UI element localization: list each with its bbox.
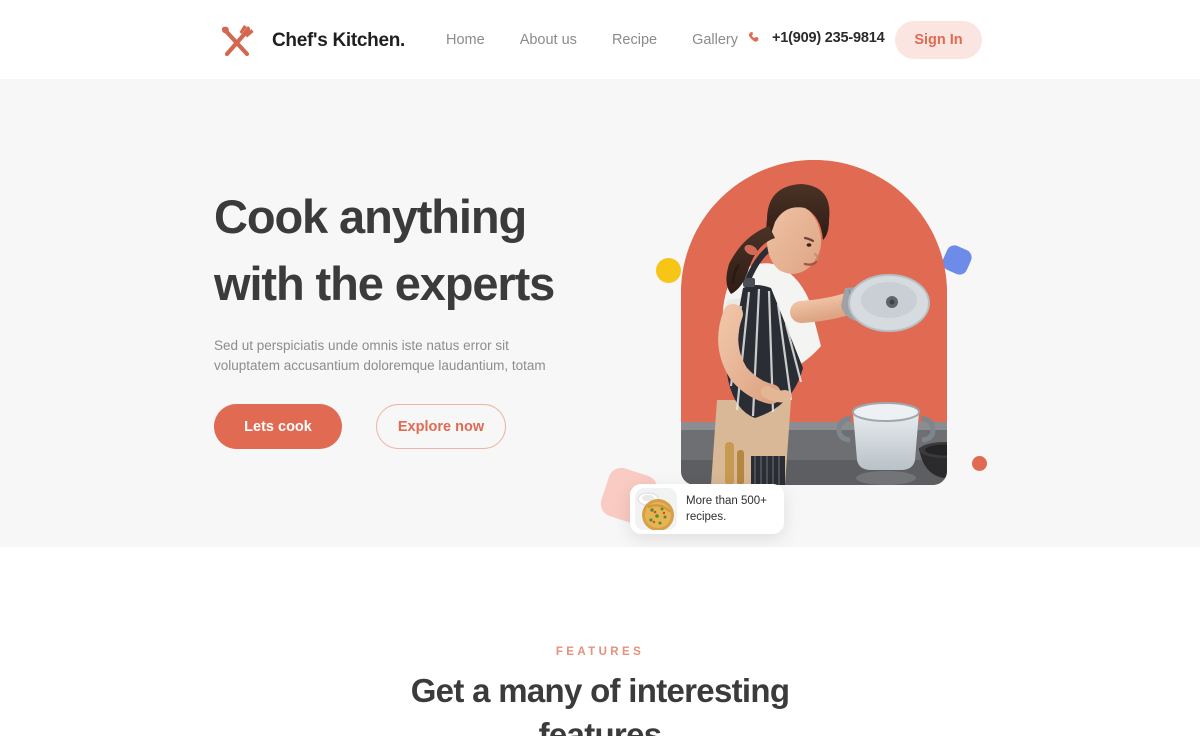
site-header: Chef's Kitchen. Home About us Recipe Gal… xyxy=(0,0,1200,79)
phone-icon xyxy=(748,31,763,46)
recipes-count-line-1: More than 500+ xyxy=(686,495,767,507)
hero-title: Cook anything with the experts xyxy=(214,183,614,317)
features-title-line-2: features xyxy=(538,716,662,736)
brand-name: Chef's Kitchen. xyxy=(272,30,406,51)
landing-page: Chef's Kitchen. Home About us Recipe Gal… xyxy=(0,0,1200,736)
recipes-count-card: More than 500+ recipes. xyxy=(630,484,784,534)
crossed-fork-knife-icon xyxy=(214,21,260,61)
recipes-count-line-2: recipes. xyxy=(686,511,727,523)
nav-item-home[interactable]: Home xyxy=(446,31,485,49)
lets-cook-button[interactable]: Lets cook xyxy=(214,404,342,449)
hero-actions: Lets cook Explore now xyxy=(214,404,614,449)
sign-in-button[interactable]: Sign In xyxy=(895,21,982,59)
hero-section: Cook anything with the experts Sed ut pe… xyxy=(0,79,1200,547)
explore-now-button[interactable]: Explore now xyxy=(376,404,506,449)
main-nav: Home About us Recipe Gallery xyxy=(446,31,738,49)
hero-title-line-1: Cook anything xyxy=(214,190,527,243)
phone-number: +1(909) 235-9814 xyxy=(772,30,885,46)
nav-item-recipe[interactable]: Recipe xyxy=(612,31,657,49)
recipe-thumbnail-image xyxy=(635,488,677,530)
features-section: FEATURES Get a many of interesting featu… xyxy=(0,547,1200,736)
yellow-dot-decoration xyxy=(656,258,681,283)
phone-link[interactable]: +1(909) 235-9814 xyxy=(748,30,885,46)
features-title: Get a many of interesting features xyxy=(0,669,1200,736)
brand-logo[interactable]: Chef's Kitchen. xyxy=(214,21,405,61)
hero-photo xyxy=(681,160,947,485)
nav-item-about-us[interactable]: About us xyxy=(520,31,577,49)
hero-copy: Cook anything with the experts Sed ut pe… xyxy=(214,183,614,449)
hero-title-line-2: with the experts xyxy=(214,257,555,310)
hero-subtitle: Sed ut perspiciatis unde omnis iste natu… xyxy=(214,338,546,373)
recipes-count-text: More than 500+ recipes. xyxy=(686,493,767,525)
features-title-line-1: Get a many of interesting xyxy=(410,672,790,709)
coral-dot-decoration xyxy=(972,456,987,471)
features-eyebrow: FEATURES xyxy=(555,646,645,658)
nav-item-gallery[interactable]: Gallery xyxy=(692,31,738,49)
